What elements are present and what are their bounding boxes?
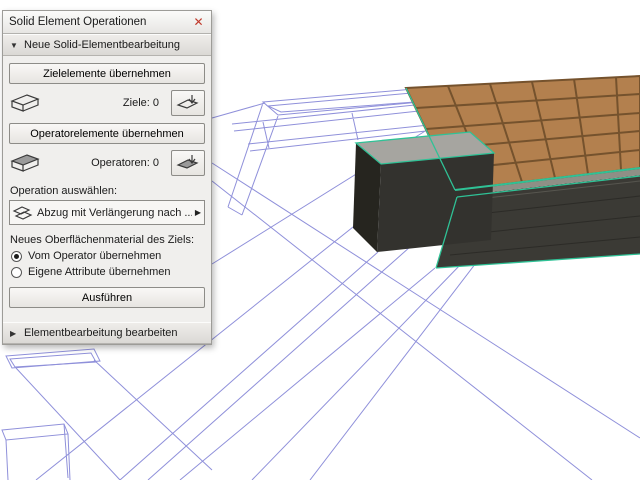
material-label: Neues Oberflächenmaterial des Ziels: xyxy=(10,234,195,246)
targets-count-label: Ziele: 0 xyxy=(122,97,159,109)
operation-icon xyxy=(12,205,33,220)
targets-row: Ziele: 0 xyxy=(9,90,205,116)
wireframe-frame-corner xyxy=(1,423,69,441)
collapse-down-icon: ▼ xyxy=(10,40,18,50)
operators-count-label: Operatoren: 0 xyxy=(91,157,159,169)
radio-own-attributes[interactable] xyxy=(11,266,22,278)
collapse-right-icon: ▶ xyxy=(10,328,17,338)
panel-body: Zielelemente übernehmen Ziele: 0 Operato… xyxy=(3,56,211,322)
operation-select-label: Operation auswählen: xyxy=(10,185,118,197)
radio-row-from-operator[interactable]: Vom Operator übernehmen xyxy=(11,250,205,262)
section-header-new-operation[interactable]: ▼ Neue Solid-Elementbearbeitung xyxy=(3,34,211,56)
close-icon[interactable]: ✕ xyxy=(189,13,208,32)
radio-own-attributes-label: Eigene Attribute übernehmen xyxy=(28,266,171,278)
radio-from-operator-label: Vom Operator übernehmen xyxy=(28,250,162,262)
section-header-edit-operation[interactable]: ▶ Elementbearbeitung bearbeiten xyxy=(3,322,211,344)
dropdown-arrow-icon: ▶ xyxy=(194,208,201,217)
take-target-elements-button[interactable]: Zielelemente übernehmen xyxy=(9,63,205,84)
pick-targets-icon-button[interactable] xyxy=(171,90,205,116)
take-operator-elements-button[interactable]: Operatorelemente übernehmen xyxy=(9,123,205,144)
section-label-edit-operation: Elementbearbeitung bearbeiten xyxy=(24,327,178,339)
execute-button[interactable]: Ausführen xyxy=(9,287,205,308)
pick-targets-icon xyxy=(176,95,199,109)
operation-dropdown-value: Abzug mit Verlängerung nach ... xyxy=(37,206,192,219)
step-solid xyxy=(353,132,494,252)
target-elements-icon xyxy=(9,91,43,115)
solid-element-operations-panel: Solid Element Operationen ✕ ▼ Neue Solid… xyxy=(2,10,212,345)
panel-titlebar[interactable]: Solid Element Operationen ✕ xyxy=(3,11,211,34)
step-front-face xyxy=(377,153,494,252)
section-label-new-operation: Neue Solid-Elementbearbeitung xyxy=(24,39,180,51)
radio-row-own-attributes[interactable]: Eigene Attribute übernehmen xyxy=(11,266,205,278)
operator-elements-icon xyxy=(9,151,43,175)
operation-dropdown[interactable]: Abzug mit Verlängerung nach ... ▶ xyxy=(9,200,205,225)
pick-operators-icon xyxy=(176,155,199,169)
panel-title: Solid Element Operationen xyxy=(9,16,147,28)
pick-operators-icon-button[interactable] xyxy=(171,150,205,176)
execute-wrap: Ausführen xyxy=(9,287,205,308)
operators-row: Operatoren: 0 xyxy=(9,150,205,176)
radio-from-operator[interactable] xyxy=(11,250,22,262)
